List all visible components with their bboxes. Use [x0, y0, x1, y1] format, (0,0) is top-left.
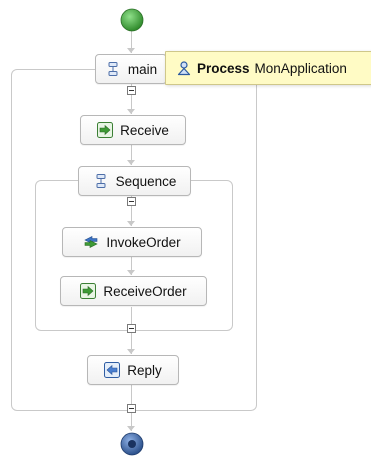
receive-arrow-icon — [97, 122, 114, 138]
receiveorder-label: ReceiveOrder — [103, 283, 187, 299]
receive-arrow-icon — [80, 283, 97, 299]
receive-activity[interactable]: Receive — [80, 115, 186, 145]
connector-arrow — [127, 160, 135, 165]
collapse-toggle-sequence-end[interactable] — [127, 324, 136, 333]
collapse-toggle-main-end[interactable] — [127, 404, 136, 413]
invoke-arrows-icon — [83, 234, 99, 250]
reply-arrow-icon — [104, 362, 121, 378]
main-scope-node[interactable]: main — [95, 54, 167, 84]
invokeorder-label: InvokeOrder — [106, 234, 181, 250]
collapse-toggle-sequence[interactable] — [127, 197, 136, 206]
start-node-icon[interactable] — [120, 8, 144, 32]
receiveorder-activity[interactable]: ReceiveOrder — [60, 276, 207, 306]
sequence-scope-node[interactable]: Sequence — [78, 166, 191, 196]
reply-label: Reply — [127, 362, 162, 378]
connector-arrow — [127, 48, 135, 53]
sequence-label: Sequence — [115, 173, 177, 189]
process-tooltip: Process MonApplication — [165, 51, 371, 85]
connector-arrow — [127, 109, 135, 114]
collapse-toggle-main[interactable] — [127, 86, 136, 95]
receive-label: Receive — [120, 122, 169, 138]
reply-activity[interactable]: Reply — [87, 355, 179, 385]
end-node-icon[interactable] — [120, 432, 144, 456]
main-scope-label: main — [127, 61, 158, 77]
connector-arrow — [127, 426, 135, 431]
sequence-icon — [105, 61, 121, 77]
connector-arrow — [127, 349, 135, 354]
invokeorder-activity[interactable]: InvokeOrder — [62, 227, 202, 257]
connector-arrow — [127, 270, 135, 275]
process-person-icon — [176, 60, 192, 76]
sequence-icon — [93, 173, 109, 189]
tooltip-process-name: MonApplication — [254, 60, 347, 76]
tooltip-keyword: Process — [197, 60, 250, 76]
connector-arrow — [127, 221, 135, 226]
